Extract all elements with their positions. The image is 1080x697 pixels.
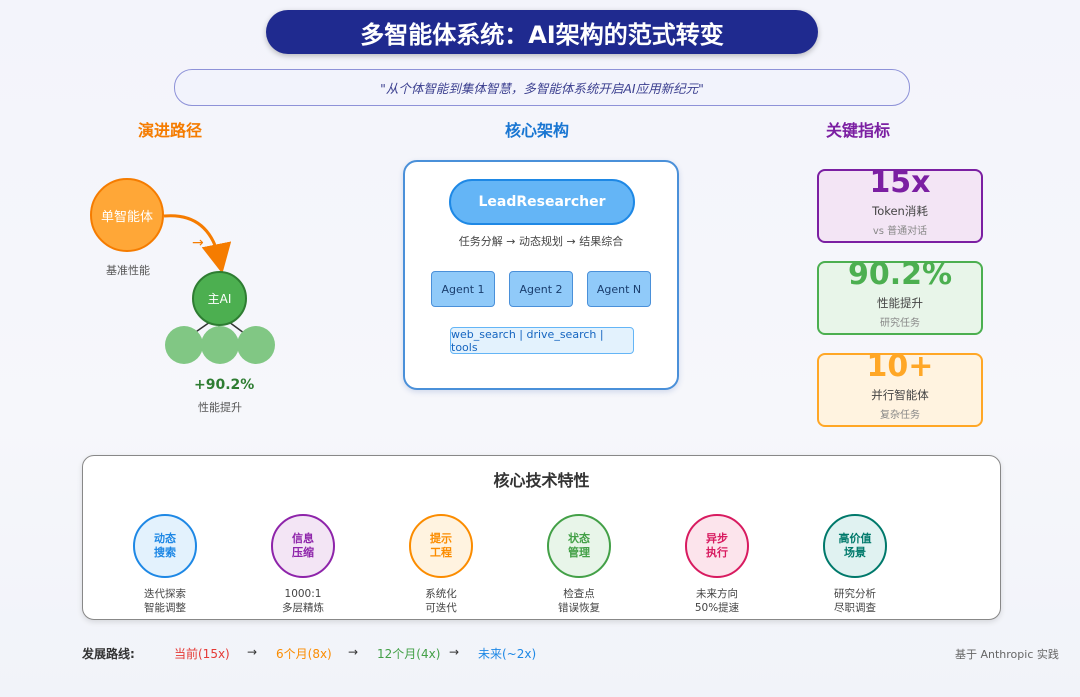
feature-desc-line: 智能调整: [144, 602, 186, 614]
tools-bar: web_search | drive_search | tools: [450, 327, 634, 354]
single-agent-node: 单智能体: [90, 178, 164, 252]
metric-value: 90.2%: [847, 257, 953, 292]
page-title: 多智能体系统：AI架构的范式转变: [266, 10, 818, 54]
metric-label: 并行智能体: [871, 388, 929, 402]
metric-card-token: 15x Token消耗 vs 普通对话: [817, 165, 983, 243]
feature-name: 场景: [844, 546, 866, 559]
metric-sub: 复杂任务: [880, 410, 920, 421]
feature-desc-line: 1000:1: [284, 588, 322, 600]
feature-desc-line: 50%提速: [694, 602, 740, 614]
metric-label: Token消耗: [872, 204, 928, 218]
metric-sub: 研究任务: [880, 318, 920, 329]
agent-node: Agent N: [587, 271, 651, 307]
feature-desc-line: 迭代探索: [144, 588, 186, 600]
roadmap-arrow: →: [348, 645, 359, 659]
feature-name: 压缩: [292, 546, 314, 559]
agent-node: Agent 1: [431, 271, 495, 307]
feature-name: 状态: [568, 532, 590, 545]
metric-value: 15x: [869, 165, 931, 200]
section-header-metrics: 关键指标: [826, 121, 891, 140]
roadmap-label: 发展路线:: [82, 647, 135, 661]
feature-desc-line: 研究分析: [834, 588, 876, 600]
feature-circle: 异步 执行: [685, 514, 749, 578]
roadmap-arrow: →: [449, 645, 460, 659]
lead-researcher-node: LeadResearcher: [449, 179, 635, 225]
agent-node: Agent 2: [509, 271, 573, 307]
roadmap-stage: 6个月(8x): [276, 647, 332, 661]
feature-circle: 高价值 场景: [823, 514, 887, 578]
feature-description: 未来方向 50%提速: [667, 587, 767, 615]
feature-description: 迭代探索 智能调整: [115, 587, 215, 615]
metric-sub: vs 普通对话: [872, 226, 928, 237]
feature-desc-line: 未来方向: [696, 588, 738, 600]
main-ai-node: 主AI: [192, 271, 247, 326]
feature-description: 1000:1 多层精炼: [253, 587, 353, 615]
svg-text:→: →: [192, 235, 204, 251]
feature-desc-line: 可迭代: [425, 602, 457, 614]
feature-name: 管理: [568, 546, 590, 559]
sub-agent-node: [201, 326, 239, 364]
metric-card-parallel: 10+ 并行智能体 复杂任务: [817, 349, 983, 427]
feature-name: 工程: [430, 546, 452, 559]
feature-name: 动态: [154, 532, 176, 545]
roadmap-stage: 当前(15x): [174, 647, 230, 661]
feature-desc-line: 错误恢复: [558, 602, 600, 614]
feature-desc-line: 检查点: [563, 588, 595, 600]
roadmap-stage: 12个月(4x): [377, 647, 441, 661]
feature-name: 高价值: [838, 532, 872, 545]
single-agent-caption: 基准性能: [106, 264, 150, 277]
feature-circle: 提示 工程: [409, 514, 473, 578]
sub-agent-node: [237, 326, 275, 364]
feature-name: 执行: [706, 546, 728, 559]
feature-circle: 状态 管理: [547, 514, 611, 578]
metric-card-performance: 90.2% 性能提升 研究任务: [817, 257, 983, 335]
roadmap-stage: 未来(~2x): [478, 647, 537, 661]
feature-description: 检查点 错误恢复: [529, 587, 629, 615]
source-note: 基于 Anthropic 实践: [955, 648, 1059, 661]
feature-desc-line: 尽职调查: [834, 602, 876, 614]
feature-desc-line: 多层精炼: [282, 602, 324, 614]
sub-agent-node: [165, 326, 203, 364]
feature-name: 搜索: [154, 546, 176, 559]
feature-circle: 信息 压缩: [271, 514, 335, 578]
feature-description: 系统化 可迭代: [391, 587, 491, 615]
evolution-gain: +90.2%: [194, 377, 255, 393]
feature-name: 异步: [706, 532, 728, 545]
feature-name: 信息: [292, 532, 314, 545]
evolution-gain-caption: 性能提升: [198, 401, 242, 414]
feature-desc-line: 系统化: [425, 588, 457, 600]
feature-description: 研究分析 尽职调查: [805, 587, 905, 615]
section-header-architecture: 核心架构: [505, 121, 570, 140]
metric-value: 10+: [866, 349, 934, 384]
features-title: 核心技术特性: [493, 471, 590, 490]
feature-circle: 动态 搜索: [133, 514, 197, 578]
metric-label: 性能提升: [877, 296, 923, 310]
feature-name: 提示: [430, 532, 452, 545]
architecture-flow: 任务分解 → 动态规划 → 结果综合: [458, 235, 624, 248]
roadmap-arrow: →: [247, 645, 258, 659]
